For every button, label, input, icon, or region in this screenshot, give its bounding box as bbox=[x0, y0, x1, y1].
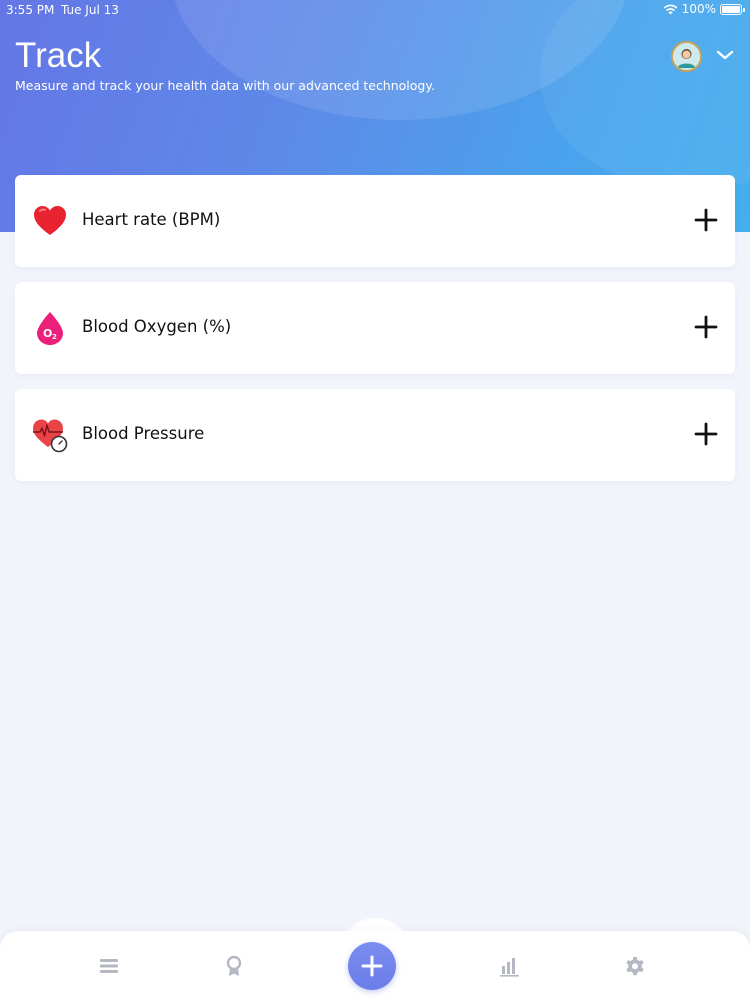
svg-text:O: O bbox=[43, 327, 52, 340]
blood-oxygen-drop-icon: O 2 bbox=[37, 312, 63, 345]
user-avatar[interactable] bbox=[671, 41, 702, 72]
svg-text:2: 2 bbox=[52, 333, 57, 341]
add-icon[interactable] bbox=[693, 207, 719, 233]
card-blood-oxygen[interactable]: O 2 Blood Oxygen (%) bbox=[15, 282, 735, 374]
add-icon[interactable] bbox=[693, 314, 719, 340]
blood-pressure-icon bbox=[33, 419, 68, 453]
card-heart-rate[interactable]: Heart rate (BPM) bbox=[15, 175, 735, 267]
add-icon[interactable] bbox=[693, 421, 719, 447]
chevron-down-icon[interactable] bbox=[715, 47, 735, 63]
status-indicators: 100% bbox=[663, 2, 745, 16]
status-bar: 3:55 PM Tue Jul 13 100% bbox=[0, 0, 750, 20]
page-title: Track bbox=[15, 36, 102, 75]
status-date: Tue Jul 13 bbox=[61, 3, 119, 17]
add-measurement-button[interactable] bbox=[348, 942, 396, 990]
list-icon[interactable] bbox=[97, 954, 121, 978]
page-subtitle: Measure and track your health data with … bbox=[15, 78, 435, 93]
status-time: 3:55 PM bbox=[6, 3, 55, 17]
plus-icon bbox=[361, 955, 383, 977]
bar-chart-icon[interactable] bbox=[498, 954, 522, 978]
card-blood-pressure[interactable]: Blood Pressure bbox=[15, 389, 735, 481]
user-avatar-icon bbox=[673, 43, 700, 70]
card-label: Blood Pressure bbox=[82, 424, 205, 443]
gear-icon[interactable] bbox=[623, 954, 647, 978]
award-icon[interactable] bbox=[222, 954, 246, 978]
card-label: Blood Oxygen (%) bbox=[82, 317, 232, 336]
battery-percentage: 100% bbox=[681, 2, 716, 16]
battery-icon bbox=[720, 3, 745, 15]
header-glow-secondary bbox=[540, 0, 750, 190]
card-label: Heart rate (BPM) bbox=[82, 210, 221, 229]
screen: 3:55 PM Tue Jul 13 100% Track Measure an… bbox=[0, 0, 750, 1000]
heart-icon bbox=[34, 206, 66, 235]
wifi-icon bbox=[663, 4, 678, 14]
